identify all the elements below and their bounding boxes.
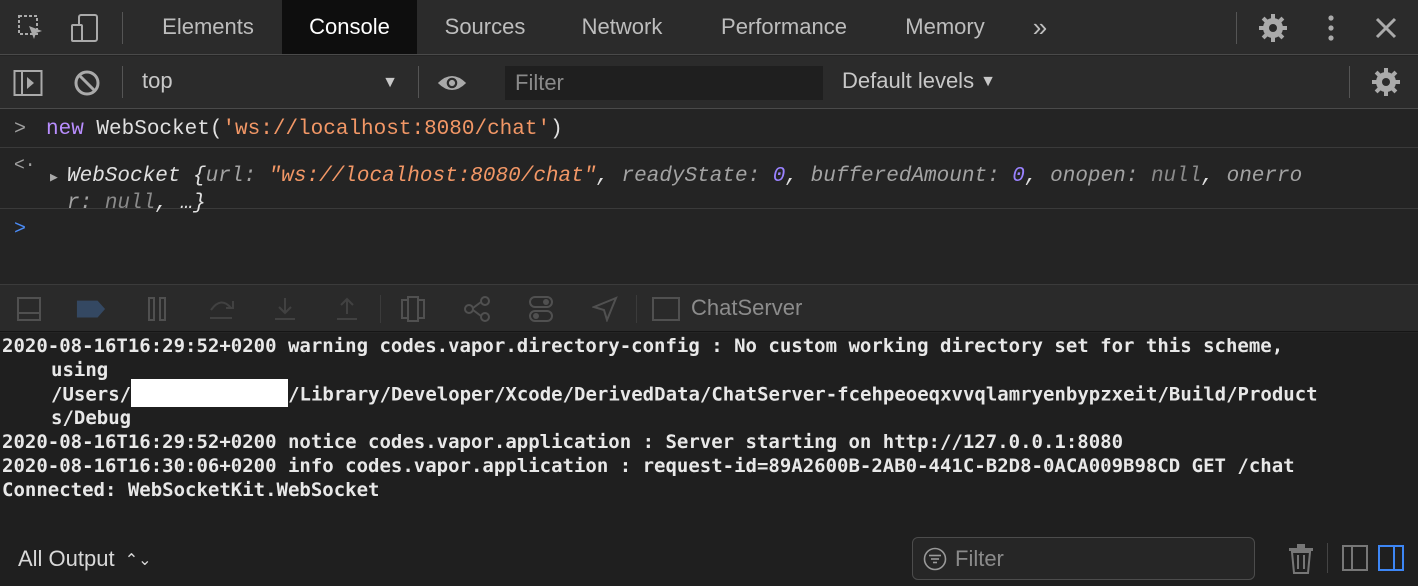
prop-key-bufferedamount: bufferedAmount bbox=[810, 165, 988, 188]
xcode-output-log: 2020-08-16T16:29:52+0200 warning codes.v… bbox=[0, 333, 1418, 533]
dropdown-arrow-icon: ▼ bbox=[382, 74, 398, 91]
console-filter-input[interactable] bbox=[505, 66, 823, 100]
sidebar-toggle-icon[interactable] bbox=[13, 68, 43, 98]
console-prompt-row[interactable]: > bbox=[0, 210, 1418, 284]
log-line: 2020-08-16T16:30:06+0200 info codes.vapo… bbox=[2, 455, 1295, 477]
tab-sources[interactable]: Sources bbox=[420, 0, 550, 54]
tab-console[interactable]: Console bbox=[282, 0, 417, 54]
output-bottom-bar: All Output ⌃⌄ bbox=[0, 533, 1418, 586]
scheme-app-icon bbox=[651, 294, 681, 324]
input-chevron-icon: > bbox=[14, 118, 27, 141]
context-selector[interactable]: top ▼ bbox=[142, 68, 402, 98]
output-selector-popup[interactable]: All Output ⌃⌄ bbox=[18, 546, 152, 572]
device-toolbar-icon[interactable] bbox=[70, 13, 100, 43]
log-line: 2020-08-16T16:29:52+0200 warning codes.v… bbox=[2, 335, 1284, 357]
toolbar-divider bbox=[636, 295, 637, 323]
prop-val-readystate: 0 bbox=[772, 165, 786, 188]
breakpoints-toggle-icon[interactable] bbox=[76, 294, 106, 324]
console-toolbar: top ▼ Default levels ▼ bbox=[0, 56, 1418, 109]
devtools-tabbar: Elements Console Sources Network Perform… bbox=[0, 0, 1418, 55]
object-class: WebSocket bbox=[67, 165, 181, 188]
show-console-view-icon[interactable] bbox=[1378, 545, 1404, 576]
log-path-prefix: /Users/ bbox=[51, 383, 132, 406]
log-levels-label: Default levels bbox=[842, 68, 975, 93]
result-object-line1: WebSocket {url: "ws://localhost:8080/cha… bbox=[67, 165, 1303, 188]
console-input-code: new WebSocket('ws://localhost:8080/chat'… bbox=[46, 118, 563, 141]
toolbar-divider bbox=[1236, 12, 1237, 44]
prop-key-onerror-a: onerro bbox=[1226, 165, 1303, 188]
toolbar-divider bbox=[122, 12, 123, 44]
log-line: Connected: WebSocketKit.WebSocket bbox=[2, 479, 380, 501]
inspect-element-icon[interactable] bbox=[16, 13, 46, 43]
tab-performance[interactable]: Performance bbox=[694, 0, 874, 54]
kebab-menu-icon[interactable] bbox=[1316, 13, 1346, 43]
step-out-icon[interactable] bbox=[332, 294, 362, 324]
filter-icon bbox=[923, 547, 947, 576]
console-input-entry[interactable]: > new WebSocket('ws://localhost:8080/cha… bbox=[0, 110, 1418, 148]
live-expression-eye-icon[interactable] bbox=[437, 68, 467, 98]
tab-memory[interactable]: Memory bbox=[882, 0, 1008, 54]
settings-gear-icon[interactable] bbox=[1258, 13, 1288, 43]
expand-triangle-icon[interactable]: ▶ bbox=[50, 170, 58, 185]
tab-elements[interactable]: Elements bbox=[138, 0, 278, 54]
prop-key-onopen: onopen bbox=[1050, 165, 1126, 188]
log-line: 2020-08-16T16:29:52+0200 notice codes.va… bbox=[2, 431, 1124, 453]
toolbar-divider bbox=[122, 66, 123, 98]
console-log: > new WebSocket('ws://localhost:8080/cha… bbox=[0, 110, 1418, 284]
toolbar-divider bbox=[1349, 66, 1350, 98]
environment-overrides-icon[interactable] bbox=[526, 294, 556, 324]
prop-key-readystate: readyState bbox=[621, 165, 748, 188]
result-arrow-icon: <· bbox=[14, 156, 36, 176]
pause-icon[interactable] bbox=[142, 294, 172, 324]
more-tabs-button[interactable]: » bbox=[1018, 0, 1062, 54]
close-icon[interactable] bbox=[1371, 13, 1401, 43]
output-filter-input[interactable] bbox=[955, 544, 1245, 574]
context-selector-value: top bbox=[142, 68, 173, 93]
debug-target-label: ChatServer bbox=[691, 295, 803, 320]
step-over-icon[interactable] bbox=[206, 294, 236, 324]
simulate-location-icon[interactable] bbox=[590, 294, 620, 324]
dropdown-arrow-icon: ▼ bbox=[980, 73, 996, 90]
output-filter-field[interactable] bbox=[912, 537, 1255, 580]
log-levels-dropdown[interactable]: Default levels ▼ bbox=[842, 68, 996, 94]
debug-bar: ChatServer bbox=[0, 284, 1418, 332]
redacted-username-block bbox=[131, 379, 289, 407]
log-line-path: /Users/ /Library/Developer/Xcode/DerivedD… bbox=[51, 379, 1318, 407]
clear-console-icon[interactable] bbox=[72, 68, 102, 98]
prop-val-onopen: null bbox=[1150, 165, 1202, 188]
log-line: using bbox=[51, 359, 109, 381]
prop-val-bufferedamount: 0 bbox=[1012, 165, 1025, 188]
updown-chevron-icon: ⌃⌄ bbox=[124, 552, 152, 569]
toolbar-divider bbox=[1327, 543, 1328, 573]
toolbar-divider bbox=[418, 66, 419, 98]
prop-val-url: "ws://localhost:8080/chat" bbox=[268, 165, 597, 188]
show-variables-view-icon[interactable] bbox=[1342, 545, 1368, 576]
view-hierarchy-icon[interactable] bbox=[398, 294, 428, 324]
step-into-icon[interactable] bbox=[270, 294, 300, 324]
log-path-suffix: /Library/Developer/Xcode/DerivedData/Cha… bbox=[288, 383, 1318, 406]
code-keyword: new bbox=[46, 118, 84, 141]
trash-icon[interactable] bbox=[1288, 544, 1314, 579]
memory-graph-icon[interactable] bbox=[462, 294, 492, 324]
hide-debug-area-icon[interactable] bbox=[14, 294, 44, 324]
console-settings-gear-icon[interactable] bbox=[1371, 67, 1401, 97]
toolbar-divider bbox=[380, 295, 381, 323]
object-open-brace: { bbox=[180, 165, 206, 188]
prompt-chevron-icon: > bbox=[14, 218, 27, 241]
code-paren: ) bbox=[550, 118, 563, 141]
code-class: WebSocket( bbox=[83, 118, 223, 141]
console-result-entry[interactable]: <· ▶ r: null, …} WebSocket {url: "ws://l… bbox=[0, 148, 1418, 215]
tab-network[interactable]: Network bbox=[558, 0, 686, 54]
log-line: s/Debug bbox=[51, 407, 132, 429]
code-string: 'ws://localhost:8080/chat' bbox=[222, 118, 551, 141]
prop-key-url: url bbox=[205, 165, 244, 188]
output-selector-label: All Output bbox=[18, 546, 115, 571]
